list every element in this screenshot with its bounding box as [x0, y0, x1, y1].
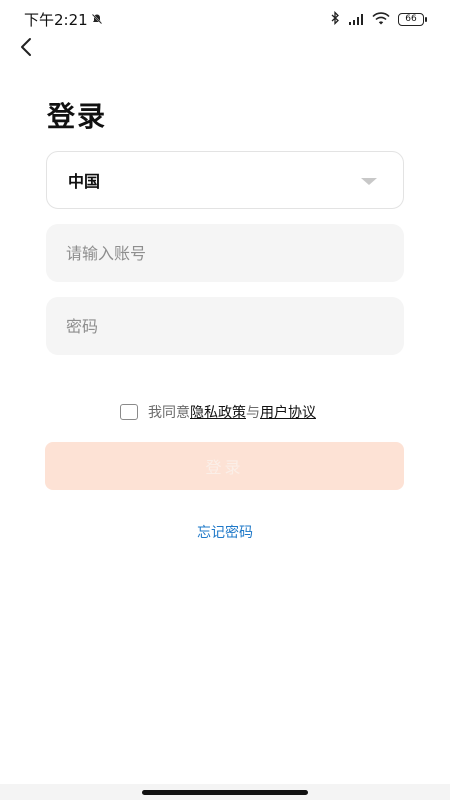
- home-indicator[interactable]: [142, 790, 308, 795]
- privacy-policy-link[interactable]: 隐私政策: [190, 402, 246, 422]
- status-icons: 66: [330, 10, 427, 29]
- password-input[interactable]: [46, 297, 404, 355]
- page-title: 登录: [47, 100, 108, 133]
- agreement-row: 我同意 隐私政策 与 用户协议: [120, 402, 316, 422]
- caret-down-icon: [361, 178, 377, 185]
- signal-icon: [348, 10, 364, 29]
- country-select-value: 中国: [68, 172, 101, 191]
- agreement-prefix: 我同意: [148, 405, 190, 421]
- status-time: 下午2:21: [24, 11, 88, 29]
- account-input[interactable]: [46, 224, 404, 282]
- status-time-group: 下午2:21: [24, 9, 103, 30]
- status-bar: 下午2:21 66: [0, 0, 450, 36]
- bluetooth-icon: [330, 10, 340, 29]
- user-agreement-link[interactable]: 用户协议: [260, 402, 316, 422]
- mute-bell-icon: [91, 10, 103, 29]
- forgot-password-link[interactable]: 忘记密码: [0, 522, 450, 542]
- battery-icon: 66: [398, 13, 427, 26]
- wifi-icon: [372, 10, 390, 29]
- agreement-joiner: 与: [246, 405, 260, 421]
- back-button[interactable]: [14, 36, 40, 62]
- agreement-checkbox[interactable]: [120, 404, 138, 420]
- login-button[interactable]: 登录: [45, 442, 404, 490]
- chevron-left-icon: [19, 37, 35, 61]
- country-select[interactable]: 中国: [46, 151, 404, 209]
